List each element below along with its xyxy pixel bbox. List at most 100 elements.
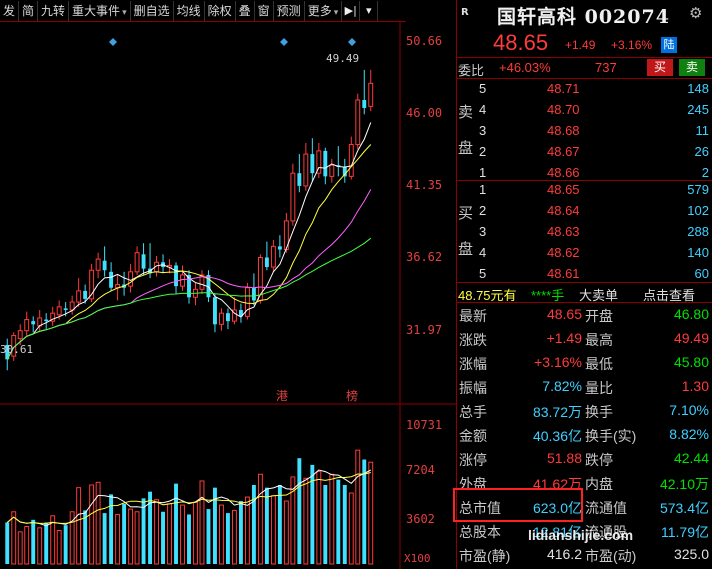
candle-body-up [24, 319, 30, 332]
chevron-down-icon[interactable]: ▾ [360, 0, 379, 21]
volume-bar-down [226, 513, 230, 564]
stat-value: 51.88 [546, 450, 582, 466]
candle-body-up [348, 144, 354, 177]
toolbar-item-window[interactable]: 窗 [255, 0, 274, 21]
candle-body-up [303, 153, 309, 187]
candle-body-up [355, 99, 361, 146]
toolbar-item-jian[interactable]: 简 [19, 0, 39, 21]
ask-row[interactable]: 2 48.67 26 [457, 142, 712, 163]
stats-row: 涨幅 +3.16% 最低 45.80 [457, 350, 712, 375]
watermark: lidianshijie.com [528, 527, 634, 543]
stat-label: 流通值 [585, 500, 627, 516]
stat-label: 金额 [459, 428, 487, 444]
candle-body-down [44, 319, 49, 322]
bid-row[interactable]: 4 48.62 140 [457, 243, 712, 264]
stat-label: 涨跌 [459, 332, 487, 348]
volume-bar-up [283, 500, 289, 565]
volume-bar-down [31, 519, 36, 564]
volume-bar-up [95, 481, 101, 565]
stat-label: 市盈(动) [585, 548, 637, 564]
toolbar-item-forecast[interactable]: 预测 [274, 0, 305, 21]
sell-button[interactable]: 卖 [679, 59, 705, 76]
weibi-diff: 737 [595, 60, 617, 75]
volume-bar-down [109, 494, 114, 564]
bid-row[interactable]: 3 48.63 288 [457, 222, 712, 243]
candle-body-up [329, 164, 335, 177]
candle-body-down [362, 100, 367, 108]
volume-bar-up [89, 484, 95, 565]
toolbar-item-exrights[interactable]: 除权 [205, 0, 236, 21]
stat-label: 内盘 [585, 476, 613, 492]
stat-value: 416.2 [546, 546, 582, 562]
candle-body-down [310, 154, 315, 174]
event-diamond-icon [280, 38, 288, 46]
volume-bar-down [5, 522, 10, 564]
toolbar-item-ma[interactable]: 均线 [174, 0, 205, 21]
candle-body-down [297, 173, 302, 186]
volume-bar-up [76, 487, 82, 565]
bid-row[interactable]: 1 48.65 579 [457, 180, 712, 201]
gear-icon[interactable]: ⚙ [689, 4, 702, 22]
volume-unit: X100 [404, 552, 431, 565]
tag-hk-connect[interactable]: 港 [276, 387, 288, 404]
candle-body-up [368, 82, 374, 107]
ask-row[interactable]: 4 48.70 245 [457, 100, 712, 121]
stat-label: 最高 [585, 332, 613, 348]
stat-label: 最低 [585, 356, 613, 372]
volume-bar-down [297, 458, 302, 564]
weibi-label: 委比 [458, 63, 485, 78]
volume-tick: 10731 [406, 418, 443, 432]
bid-row[interactable]: 2 48.64 102 [457, 201, 712, 222]
volume-bar-down [336, 479, 341, 564]
stats-row: 涨停 51.88 跌停 42.44 [457, 446, 712, 471]
arrow-right-bar-icon[interactable]: ▶| [342, 0, 361, 21]
candle-body-down [323, 150, 328, 177]
volume-bar-up [56, 530, 62, 565]
volume-bar-up [316, 471, 322, 565]
stat-label: 总手 [459, 404, 487, 420]
stat-value: +1.49 [546, 330, 582, 346]
volume-bar-up [270, 495, 276, 565]
candle-body-down [63, 308, 68, 310]
stat-value: +3.16% [534, 354, 582, 370]
tag-dragon-list[interactable]: 榜 [346, 387, 358, 404]
volume-bar-down [323, 484, 328, 564]
toolbar-item-remove-watchlist[interactable]: 删自选 [131, 0, 174, 21]
volume-bar-down [310, 464, 315, 564]
volume-bar-down [362, 459, 367, 564]
event-diamond-icon [109, 38, 117, 46]
ma-line-5 [6, 122, 372, 360]
high-marker: 49.49 [326, 52, 360, 65]
candle-body-up [134, 252, 140, 273]
stat-value: 7.82% [542, 378, 582, 394]
stats-row: 最新 48.65 开盘 46.80 [457, 302, 712, 327]
ask-row[interactable]: 5 48.71 148 [457, 79, 712, 100]
volume-bar-up [154, 499, 159, 565]
toolbar-item-more[interactable]: 更多 [305, 0, 343, 21]
price-change-pct: +3.16% [611, 38, 653, 52]
kline-chart[interactable]: 50.66 46.00 41.35 36.62 31.97 10731 7204… [0, 22, 456, 569]
toolbar-item-jiuzhuan[interactable]: 九转 [38, 0, 70, 21]
candle-body-up [56, 306, 62, 316]
volume-bar-up [219, 504, 224, 565]
candle-body-down [31, 321, 36, 325]
quote-panel: R 国轩高科 002074 ⚙ 48.65 +1.49 +3.16% 陆 委比 … [456, 0, 712, 569]
volume-bar-up [348, 492, 354, 565]
stat-value: 42.44 [673, 450, 709, 466]
stats-row: 总手 83.72万 换手 7.10% [457, 398, 712, 423]
low-marker: 30.61 [0, 343, 34, 356]
ask-row[interactable]: 3 48.68 11 [457, 121, 712, 142]
buy-button[interactable]: 买 [647, 59, 673, 76]
stat-label: 振幅 [459, 380, 487, 396]
volume-bar-down [161, 511, 165, 564]
toolbar-item-fa[interactable]: 发 [0, 0, 20, 21]
price-change: +1.49 [565, 38, 596, 52]
stat-value: 573.4亿 [659, 500, 709, 516]
toolbar-item-major-events[interactable]: 重大事件 [69, 0, 131, 21]
toolbar: 发 简 九转 重大事件 删自选 均线 除权 叠 窗 预测 更多 ▶| ▾ [0, 0, 406, 22]
volume-bar-down [141, 498, 146, 564]
toolbar-item-overlay[interactable]: 叠 [236, 0, 255, 21]
volume-bar-up [11, 511, 17, 565]
candle-body-down [102, 260, 107, 271]
volume-bar-down [342, 484, 347, 564]
